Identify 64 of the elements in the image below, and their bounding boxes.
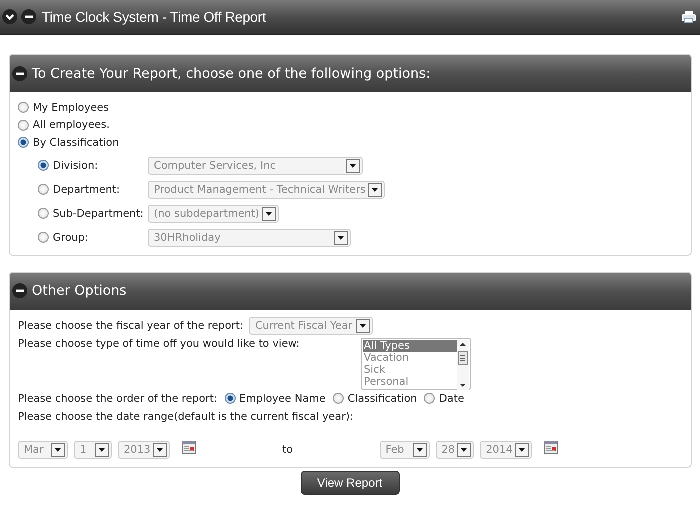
caret-down-icon bbox=[51, 442, 65, 456]
dropdown[interactable]: Current Fiscal Year bbox=[249, 316, 374, 334]
day-dropdown[interactable]: 1 bbox=[74, 440, 112, 458]
year-dropdown[interactable]: 2014 bbox=[480, 440, 532, 458]
radio-label: Sub-Department: bbox=[53, 208, 144, 220]
caret-down-icon bbox=[412, 442, 427, 456]
view-report-button[interactable]: View Report bbox=[300, 470, 400, 494]
radio-button[interactable] bbox=[224, 393, 236, 404]
caret-down-icon bbox=[262, 206, 276, 220]
calendar-icon[interactable] bbox=[544, 440, 558, 454]
radio-button[interactable] bbox=[38, 208, 49, 219]
caret-down-icon bbox=[152, 442, 167, 456]
date-separator: to bbox=[281, 444, 294, 456]
radio-label: All employees. bbox=[33, 119, 110, 132]
list-item[interactable]: Personal bbox=[363, 376, 457, 388]
radio-label: By Classification bbox=[33, 136, 120, 149]
radio-button[interactable] bbox=[18, 102, 29, 114]
caret-down-icon bbox=[346, 158, 360, 172]
radio-label: Division: bbox=[53, 160, 98, 172]
dropdown[interactable]: (no subdepartment) bbox=[148, 204, 279, 222]
month-dropdown[interactable]: Mar bbox=[18, 440, 68, 458]
dropdown[interactable]: 30HRholiday bbox=[148, 228, 351, 246]
field-label: Please choose the fiscal year of the report: bbox=[18, 320, 244, 332]
radio-label: My Employees bbox=[33, 102, 110, 114]
caret-down-icon bbox=[95, 442, 109, 456]
radio-button[interactable] bbox=[38, 232, 49, 243]
caret-down-icon bbox=[368, 182, 382, 196]
radio-button[interactable] bbox=[38, 184, 49, 195]
day-dropdown[interactable]: 28 bbox=[436, 440, 474, 458]
month-dropdown[interactable]: Feb bbox=[380, 440, 430, 458]
calendar-icon[interactable] bbox=[182, 440, 196, 454]
field-label: Please choose the date range(default is the current fiscal year): bbox=[18, 410, 354, 422]
list-item[interactable]: All Types bbox=[363, 340, 457, 352]
collapse-icon[interactable] bbox=[12, 283, 28, 299]
panel-title: Other Options bbox=[32, 283, 127, 299]
year-dropdown[interactable]: 2013 bbox=[118, 440, 170, 458]
caret-down-icon bbox=[457, 442, 472, 456]
radio-label: Group: bbox=[53, 232, 89, 244]
dropdown[interactable]: Product Management - Technical Writers bbox=[148, 180, 385, 198]
list-box[interactable]: All Types Vacation Sick Personal bbox=[361, 338, 471, 390]
caret-down-icon bbox=[334, 230, 348, 244]
collapse-icon[interactable] bbox=[21, 9, 37, 25]
field-label: Please choose the order of the report: bbox=[18, 392, 218, 404]
panel-title: To Create Your Report, choose one of the following options: bbox=[32, 66, 431, 82]
chevron-down-icon[interactable] bbox=[2, 9, 18, 25]
radio-label: Employee Name bbox=[240, 392, 326, 404]
list-item[interactable]: Vacation bbox=[363, 352, 457, 364]
radio-button[interactable] bbox=[424, 393, 436, 404]
radio-label: Department: bbox=[53, 184, 120, 196]
printer-icon[interactable] bbox=[682, 10, 696, 24]
radio-label: Classification bbox=[348, 392, 418, 404]
collapse-icon[interactable] bbox=[12, 66, 28, 82]
caret-down-icon bbox=[356, 318, 370, 332]
field-label: Please choose type of time off you would like to view: bbox=[18, 338, 301, 350]
radio-button[interactable] bbox=[332, 393, 344, 404]
list-item[interactable]: Sick bbox=[363, 364, 457, 376]
scrollbar[interactable] bbox=[457, 340, 469, 390]
caret-down-icon bbox=[514, 442, 529, 456]
radio-label: Date bbox=[439, 392, 464, 404]
radio-button[interactable] bbox=[18, 137, 29, 148]
radio-button[interactable] bbox=[38, 160, 49, 171]
dropdown[interactable]: Computer Services, Inc bbox=[148, 156, 363, 174]
radio-button[interactable] bbox=[18, 120, 29, 131]
window-title: Time Clock System - Time Off Report bbox=[42, 9, 266, 25]
